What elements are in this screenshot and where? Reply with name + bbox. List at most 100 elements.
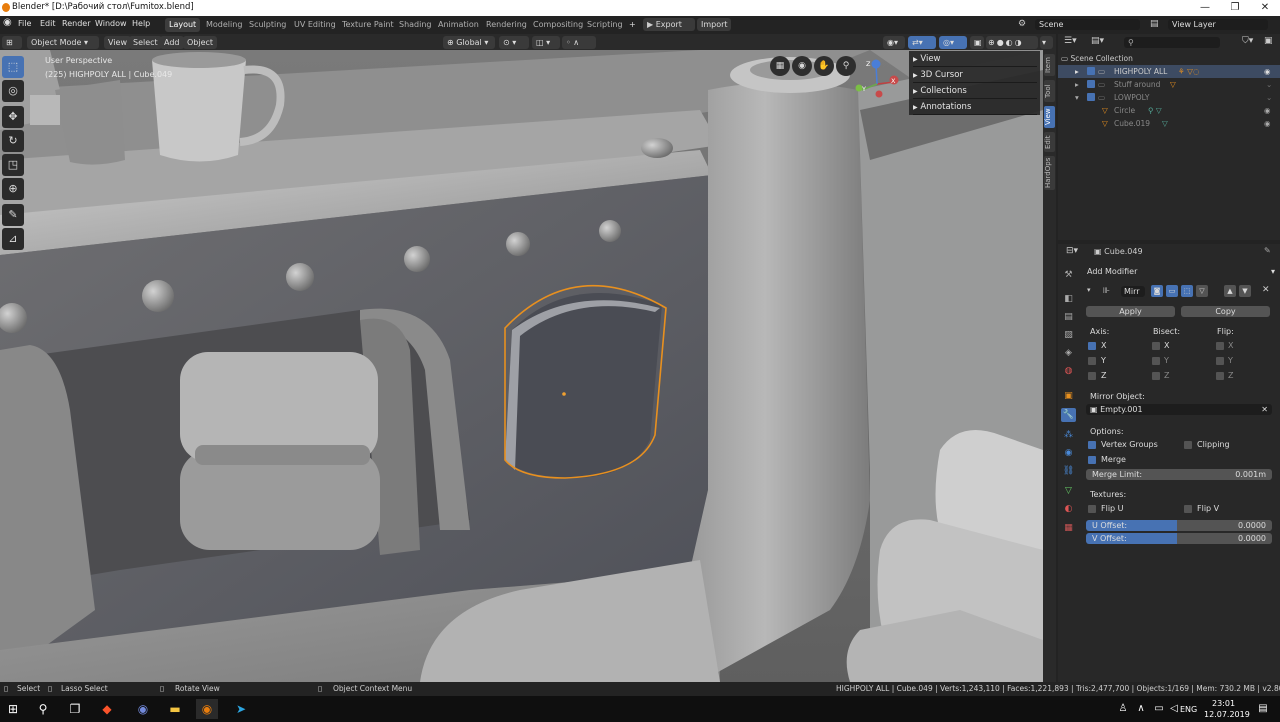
particles-props-icon[interactable]: ⁂ xyxy=(1061,428,1076,442)
tab-shading[interactable]: Shading xyxy=(395,18,436,32)
add-workspace-icon[interactable]: + xyxy=(625,18,640,32)
tab-layout[interactable]: Layout xyxy=(165,18,201,32)
navigation-gizmo[interactable] xyxy=(850,58,905,108)
outliner-row-circle[interactable]: ▽ Circle ⚲ ▽ ◉ xyxy=(1058,104,1280,117)
scene-props-icon[interactable]: ◈ xyxy=(1061,346,1076,360)
render-props-icon[interactable]: ◧ xyxy=(1061,292,1076,306)
pivot-dropdown[interactable]: ⊙ ▾ xyxy=(499,36,529,49)
minimize-icon[interactable]: — xyxy=(1190,0,1220,16)
remove-modifier-icon[interactable]: ✕ xyxy=(1262,285,1270,295)
constraints-props-icon[interactable]: ⛓ xyxy=(1061,464,1076,478)
vertex-groups-checkbox[interactable] xyxy=(1088,441,1096,449)
move-down-icon[interactable]: ▼ xyxy=(1239,285,1251,297)
bisect-y-checkbox[interactable] xyxy=(1152,357,1160,365)
pan-hand-icon[interactable]: ✋ xyxy=(814,56,834,76)
restore-icon[interactable]: ❐ xyxy=(1220,0,1250,16)
menu-file[interactable]: File xyxy=(18,19,31,28)
snap-toggle[interactable]: ◫ ▾ xyxy=(532,36,560,49)
collapse-icon[interactable]: ▾ xyxy=(1087,286,1091,294)
tab-hardops[interactable]: HardOps xyxy=(1044,156,1055,190)
physics-props-icon[interactable]: ◉ xyxy=(1061,446,1076,460)
expand-arrow-icon[interactable]: ▸ xyxy=(1075,65,1079,78)
eye-icon[interactable]: ◉ xyxy=(1264,117,1271,130)
tab-modeling[interactable]: Modeling xyxy=(202,18,246,32)
display-toggle-icon[interactable]: ▭ xyxy=(1166,285,1178,297)
tab-texture-paint[interactable]: Texture Paint xyxy=(338,18,398,32)
outliner-scene-collection[interactable]: ▭ Scene Collection xyxy=(1058,52,1280,65)
editor-type-icon[interactable]: ⊞ xyxy=(2,36,22,49)
flip-v-checkbox[interactable] xyxy=(1184,505,1192,513)
camera-view-icon[interactable]: ▦ xyxy=(770,56,790,76)
import-button[interactable]: Import xyxy=(697,18,731,31)
axis-y-checkbox[interactable] xyxy=(1088,357,1096,365)
move-tool-icon[interactable]: ✥ xyxy=(2,106,24,128)
tab-tool[interactable]: Tool xyxy=(1044,80,1055,102)
tab-item[interactable]: Item xyxy=(1044,54,1055,76)
file-explorer-icon[interactable]: ▬ xyxy=(164,699,186,719)
annotate-tool-icon[interactable]: ✎ xyxy=(2,204,24,226)
gizmo-toggle[interactable]: ⇄▾ xyxy=(908,36,936,49)
windows-start-icon[interactable]: ⊞ xyxy=(2,699,24,719)
camera-toggle-icon[interactable]: ◙ xyxy=(1151,285,1163,297)
measure-tool-icon[interactable]: ⊿ xyxy=(2,228,24,250)
tab-rendering[interactable]: Rendering xyxy=(482,18,531,32)
npanel-annotations[interactable]: ▶ Annotations xyxy=(913,100,1037,115)
add-modifier-dropdown[interactable]: Add Modifier ▾ xyxy=(1084,264,1278,279)
menu-view[interactable]: View xyxy=(104,36,131,49)
npanel-3d-cursor[interactable]: ▶ 3D Cursor xyxy=(913,68,1037,83)
chevron-down-icon[interactable]: ⌄ xyxy=(1266,91,1272,104)
tool-props-icon[interactable]: ⚒ xyxy=(1061,268,1076,282)
bisect-z-checkbox[interactable] xyxy=(1152,372,1160,380)
menu-select[interactable]: Select xyxy=(129,36,162,49)
npanel-view[interactable]: ▶ View xyxy=(913,52,1037,67)
outliner-search-input[interactable]: ⚲ xyxy=(1124,37,1220,48)
scene-field[interactable]: Scene xyxy=(1035,19,1140,30)
output-props-icon[interactable]: ▤ xyxy=(1061,310,1076,324)
outliner-editor-icon[interactable]: ☰▾ xyxy=(1064,36,1077,46)
texture-props-icon[interactable]: ▦ xyxy=(1061,521,1076,535)
brave-browser-icon[interactable]: ◆ xyxy=(96,699,118,719)
language-indicator[interactable]: ENG xyxy=(1180,705,1197,714)
mirror-object-field[interactable]: ▣ Empty.001 ✕ xyxy=(1086,404,1272,415)
notifications-icon[interactable]: ▤ xyxy=(1252,699,1274,719)
menu-window[interactable]: Window xyxy=(95,19,127,28)
telegram-icon[interactable]: ➤ xyxy=(230,699,252,719)
bisect-x-checkbox[interactable] xyxy=(1152,342,1160,350)
tab-scripting[interactable]: Scripting xyxy=(583,18,627,32)
clock-date[interactable]: 12.07.2019 xyxy=(1204,710,1250,719)
tab-compositing[interactable]: Compositing xyxy=(529,18,587,32)
3d-viewport[interactable]: User Perspective (225) HIGHPOLY ALL | Cu… xyxy=(0,50,1043,682)
u-offset-field[interactable]: U Offset: 0.0000 xyxy=(1086,520,1272,531)
move-up-icon[interactable]: ▲ xyxy=(1224,285,1236,297)
visibility-checkbox[interactable] xyxy=(1087,93,1095,101)
tab-view[interactable]: View xyxy=(1044,106,1055,128)
outliner-row-cube-019[interactable]: ▽ Cube.019 ▽ ◉ xyxy=(1058,117,1280,130)
merge-checkbox[interactable] xyxy=(1088,456,1096,464)
view-layer-field[interactable]: View Layer xyxy=(1168,19,1268,30)
menu-object[interactable]: Object xyxy=(183,36,218,49)
orientation-dropdown[interactable]: ⊕ Global ▾ xyxy=(443,36,495,49)
proportional-edit[interactable]: ◦ ∧ xyxy=(562,36,596,49)
mode-dropdown[interactable]: Object Mode ▾ xyxy=(27,36,99,49)
object-props-icon[interactable]: ▣ xyxy=(1061,389,1076,403)
flip-u-checkbox[interactable] xyxy=(1088,505,1096,513)
data-props-icon[interactable]: ▽ xyxy=(1061,484,1076,498)
menu-render[interactable]: Render xyxy=(62,19,90,28)
merge-limit-field[interactable]: Merge Limit: 0.001m xyxy=(1086,469,1272,480)
world-props-icon[interactable]: ◍ xyxy=(1061,364,1076,378)
view-layer-props-icon[interactable]: ▨ xyxy=(1061,328,1076,342)
menu-add[interactable]: Add xyxy=(160,36,184,49)
properties-editor-icon[interactable]: ⊟▾ xyxy=(1066,246,1078,256)
material-props-icon[interactable]: ◐ xyxy=(1061,502,1076,516)
cursor-tool-icon[interactable]: ◎ xyxy=(2,80,24,102)
zoom-icon[interactable]: ⚲ xyxy=(836,56,856,76)
discord-icon[interactable]: ◉ xyxy=(132,699,154,719)
eye-icon[interactable]: ◉ xyxy=(1264,104,1271,117)
visibility-checkbox[interactable] xyxy=(1087,67,1095,75)
pin-icon[interactable]: ✎ xyxy=(1264,246,1271,255)
filter-icon[interactable]: ⛉▾ xyxy=(1242,36,1253,46)
shading-options[interactable]: ▾ xyxy=(1040,36,1053,49)
menu-help[interactable]: Help xyxy=(132,19,150,28)
scale-tool-icon[interactable]: ◳ xyxy=(2,154,24,176)
eye-icon[interactable]: ◉ xyxy=(1264,65,1271,78)
